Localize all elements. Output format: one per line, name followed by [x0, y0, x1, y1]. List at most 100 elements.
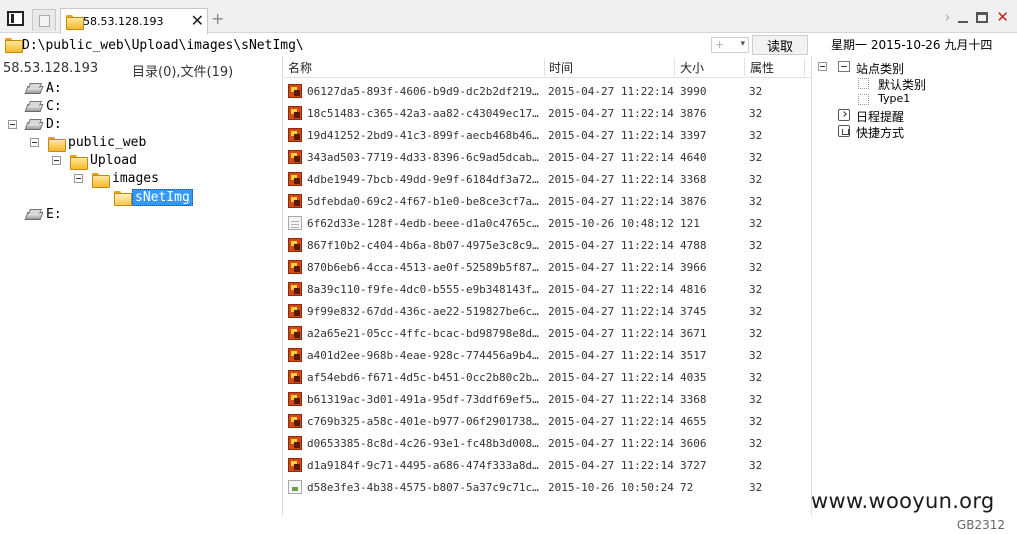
file-size: 4640 [680, 151, 707, 164]
file-name: 06127da5-893f-4606-b9d9-dc2b2df21983... [307, 85, 543, 98]
table-row[interactable]: af54ebd6-f671-4d5c-b451-0cc2b80c2b3b... 2… [284, 366, 811, 388]
file-time: 2015-04-27 11:22:14 [548, 415, 674, 428]
table-row[interactable]: 06127da5-893f-4606-b9d9-dc2b2df21983... 2… [284, 80, 811, 102]
column-header-time[interactable]: 时间 [549, 59, 573, 76]
file-attr: 32 [749, 85, 763, 98]
table-row[interactable]: 6f62d33e-128f-4edb-beee-d1a0c4765cf4... 2… [284, 212, 811, 234]
tab-close-icon[interactable]: ✕ [191, 11, 204, 30]
file-time: 2015-04-27 11:22:14 [548, 437, 674, 450]
tree-item-label: Upload [90, 153, 137, 168]
table-row[interactable]: a2a65e21-05cc-4ffc-bcac-bd98798e8ddd... 2… [284, 322, 811, 344]
minimize-icon[interactable] [958, 21, 969, 23]
tree-item-label: C: [46, 99, 62, 114]
file-name: 867f10b2-c404-4b6a-8b07-4975e3c8c965... [307, 239, 543, 252]
column-header-size[interactable]: 大小 [680, 59, 704, 76]
column-header-name[interactable]: 名称 [288, 59, 312, 76]
shortcut-icon [838, 125, 850, 137]
file-name: a401d2ee-968b-4eae-928c-774456a9b426... [307, 349, 543, 362]
collapse-icon[interactable] [8, 120, 17, 129]
read-button[interactable]: 读取 [752, 35, 808, 55]
file-name: c769b325-a58c-401e-b977-06f290173887... [307, 415, 543, 428]
file-size: 3876 [680, 107, 707, 120]
maximize-icon[interactable] [976, 11, 989, 23]
file-list-pane: 名称 时间 大小 属性 06127da5-893f-4606-b9d9-dc2b… [284, 56, 811, 516]
type1-label: Type1 [878, 92, 911, 105]
image-file-icon [288, 172, 302, 186]
site-category-pane: 站点类别 默认类别 Type1 日程提醒 快捷方式 [811, 56, 1017, 516]
table-row[interactable]: 343ad503-7719-4d33-8396-6c9ad5dcab88... 2… [284, 146, 811, 168]
image-file-icon [288, 458, 302, 472]
collapse-icon[interactable] [52, 156, 61, 165]
document-file-icon [288, 216, 302, 230]
file-size: 3517 [680, 349, 707, 362]
table-row[interactable]: 9f99e832-67dd-436c-ae22-519827be6c4a... 2… [284, 300, 811, 322]
address-bar: + ▾ 读取 星期一 2015-10-26 九月十四 [0, 34, 1017, 56]
watermark-text: www.wooyun.org [811, 489, 995, 513]
table-row[interactable]: a401d2ee-968b-4eae-928c-774456a9b426... 2… [284, 344, 811, 366]
column-divider[interactable] [544, 58, 545, 76]
file-time: 2015-04-27 11:22:14 [548, 239, 674, 252]
chevron-down-icon: ▾ [740, 39, 745, 49]
default-category-label: 默认类别 [878, 78, 927, 92]
category-icon [838, 61, 850, 72]
file-attr: 32 [749, 129, 763, 142]
file-size: 3876 [680, 195, 707, 208]
drive-icon [26, 119, 40, 129]
file-name: 18c51483-c365-42a3-aa82-c43049ec1726... [307, 107, 543, 120]
image-file-icon [288, 106, 302, 120]
path-history-dropdown[interactable]: + ▾ [711, 37, 749, 53]
column-divider[interactable] [744, 58, 745, 76]
file-name: 8a39c110-f9fe-4dc0-b555-e9b348143f2c... [307, 283, 543, 296]
table-row[interactable]: 18c51483-c365-42a3-aa82-c43049ec1726... 2… [284, 102, 811, 124]
column-header-attr[interactable]: 属性 [750, 59, 774, 76]
file-time: 2015-04-27 11:22:14 [548, 129, 674, 142]
image-file-icon [288, 260, 302, 274]
table-row[interactable]: 870b6eb6-4cca-4513-ae0f-52589b5f8778... 2… [284, 256, 811, 278]
file-size: 4788 [680, 239, 707, 252]
file-attr: 32 [749, 173, 763, 186]
table-row[interactable]: d58e3fe3-4b38-4575-b807-5a37c9c71c18... 2… [284, 476, 811, 498]
table-row[interactable]: d0653385-8c8d-4c26-93e1-fc48b3d008d5... 2… [284, 432, 811, 454]
table-row[interactable]: 867f10b2-c404-4b6a-8b07-4975e3c8c965... 2… [284, 234, 811, 256]
host-label: 58.53.128.193 [3, 61, 99, 76]
tab-current[interactable]: 58.53.128.193 ✕ [60, 8, 208, 34]
folder-icon [66, 15, 84, 30]
table-row[interactable]: 19d41252-2bd9-41c3-899f-aecb468b4609... 2… [284, 124, 811, 146]
close-window-icon[interactable]: ✕ [996, 8, 1009, 26]
column-divider[interactable] [674, 58, 675, 76]
table-row[interactable]: b61319ac-3d01-491a-95df-73ddf69ef54f... 2… [284, 388, 811, 410]
sidebar-toggle-icon[interactable] [7, 11, 24, 26]
table-row[interactable]: 8a39c110-f9fe-4dc0-b555-e9b348143f2c... 2… [284, 278, 811, 300]
collapse-icon[interactable] [30, 138, 39, 147]
file-time: 2015-04-27 11:22:14 [548, 371, 674, 384]
table-row[interactable]: 5dfebda0-69c2-4f67-b1e0-be8ce3cf7ac9... 2… [284, 190, 811, 212]
file-size: 3745 [680, 305, 707, 318]
column-divider[interactable] [804, 58, 805, 76]
file-name: a2a65e21-05cc-4ffc-bcac-bd98798e8ddd... [307, 327, 543, 340]
image-file-icon [288, 392, 302, 406]
file-size: 4816 [680, 283, 707, 296]
file-size: 4655 [680, 415, 707, 428]
file-time: 2015-04-27 11:22:14 [548, 173, 674, 186]
table-row[interactable]: d1a9184f-9c71-4495-a686-474f333a8d1c... 2… [284, 454, 811, 476]
image-file-icon [288, 436, 302, 450]
directory-tree-pane: 58.53.128.193 目录(0),文件(19) A: C: D: publ… [0, 56, 283, 516]
date-label: 星期一 2015-10-26 九月十四 [831, 38, 993, 52]
path-input[interactable] [22, 36, 542, 54]
collapse-icon[interactable] [74, 174, 83, 183]
file-attr: 32 [749, 327, 763, 340]
window-controls: › ✕ [944, 8, 1009, 26]
tree-item-label: A: [46, 81, 62, 96]
file-attr: 32 [749, 393, 763, 406]
file-attr: 32 [749, 371, 763, 384]
text-file-icon [288, 480, 302, 494]
plus-icon: + [715, 38, 725, 51]
table-row[interactable]: 4dbe1949-7bcb-49dd-9e9f-6184df3a723f... 2… [284, 168, 811, 190]
table-row[interactable]: c769b325-a58c-401e-b977-06f290173887... 2… [284, 410, 811, 432]
collapse-icon[interactable] [818, 62, 827, 71]
encoding-label: GB2312 [956, 518, 1005, 532]
chevron-right-icon[interactable]: › [944, 8, 950, 26]
blank-tab[interactable] [32, 9, 56, 31]
image-file-icon [288, 150, 302, 164]
add-tab-icon[interactable]: + [211, 9, 224, 28]
